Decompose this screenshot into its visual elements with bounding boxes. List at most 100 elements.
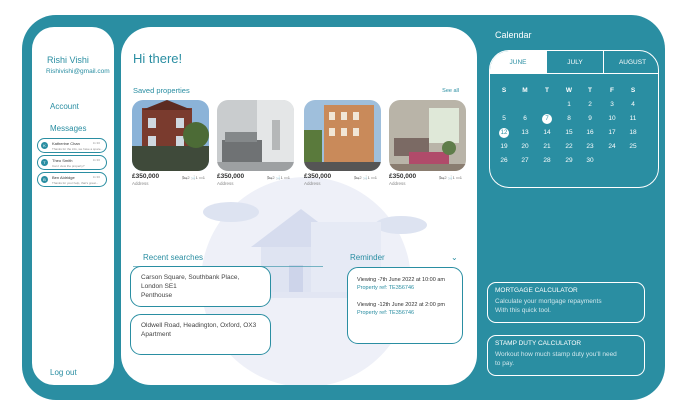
weekday-label: T: [545, 87, 549, 94]
nav-account[interactable]: Account: [50, 102, 79, 111]
mortgage-calculator-card[interactable]: MORTGAGE CALCULATOR Calculate your mortg…: [487, 282, 645, 323]
weekday-label: M: [522, 87, 528, 94]
message-preview: Thanks for the info, we have a spare...: [52, 147, 104, 151]
calendar-day[interactable]: 17: [605, 129, 619, 139]
calendar-day[interactable]: 3: [605, 101, 619, 111]
property-address: Address: [132, 181, 149, 186]
calendar-day[interactable]: 8: [562, 115, 576, 125]
message-item[interactable]: T Theo Smith Can I view the property? 11…: [37, 155, 107, 170]
property-card[interactable]: £350,000 Address 🛏2 🛁1 ▭1: [389, 100, 466, 186]
message-item[interactable]: K Katherine Chan Thanks for the info, we…: [37, 138, 107, 153]
message-time: 11:30: [92, 141, 100, 145]
calendar-day[interactable]: 28: [540, 157, 554, 167]
property-address: Address: [389, 181, 406, 186]
property-features: 🛏2 🛁1 ▭1: [439, 175, 462, 180]
search-location: Oldwell Road, Headington, Oxford, OX3: [141, 322, 257, 329]
message-sender: Theo Smith: [52, 158, 73, 163]
sidebar: [32, 27, 114, 385]
message-time: 11:30: [92, 158, 100, 162]
reminder-item: Viewing -7th June 2022 at 10:00 am: [357, 277, 453, 283]
weekday-label: W: [565, 87, 573, 94]
message-sender: Katherine Chan: [52, 141, 80, 146]
main-panel: Hi there! Saved properties See all £350,…: [121, 27, 477, 385]
calculator-desc: Calculate your mortgage repayments With t…: [495, 298, 602, 314]
calculator-title: MORTGAGE CALCULATOR: [495, 287, 578, 294]
calendar-day[interactable]: 14: [540, 129, 554, 139]
search-location: Carson Square, Southbank Place, London S…: [141, 274, 240, 290]
logout-link[interactable]: Log out: [50, 368, 77, 377]
reminder-title: Reminder: [350, 253, 385, 262]
calendar-day[interactable]: 25: [626, 143, 640, 153]
message-item[interactable]: B Ben Aldridge Thanks for your help, tha…: [37, 172, 107, 187]
calendar-day[interactable]: 6: [518, 115, 532, 125]
calculator-title: STAMP DUTY CALCULATOR: [495, 340, 582, 347]
tab-july[interactable]: JULY: [547, 51, 604, 74]
calendar: JUNE JULY AUGUST S M T W T F S 1 2 3 4 5 6 7 8 9 10 11 12 1…: [489, 50, 659, 188]
reminder-item: Viewing -12th June 2022 at 2:00 pm: [357, 302, 453, 308]
property-image: [132, 100, 209, 171]
calculator-desc: Workout how much stamp duty you'll need t…: [495, 351, 617, 367]
calendar-day[interactable]: 7: [542, 114, 552, 124]
calendar-day[interactable]: 23: [583, 143, 597, 153]
property-features: 🛏2 🛁1 ▭1: [267, 175, 290, 180]
calendar-day[interactable]: 13: [518, 129, 532, 139]
nav-messages[interactable]: Messages: [50, 124, 86, 133]
weekday-label: F: [610, 87, 614, 94]
calendar-day[interactable]: 29: [562, 157, 576, 167]
reminder-ref[interactable]: Property ref: TE356746: [357, 310, 453, 316]
calendar-title: Calendar: [495, 30, 532, 40]
property-image: [304, 100, 381, 171]
property-card[interactable]: £350,000 Address 🛏2 🛁1 ▭1: [304, 100, 381, 186]
reminder-when: -7th June 2022 at 10:00 am: [376, 277, 445, 283]
recent-search-item[interactable]: Carson Square, Southbank Place, London S…: [130, 266, 271, 307]
chevron-down-icon[interactable]: ⌄: [451, 253, 458, 262]
saved-properties-title: Saved properties: [133, 86, 190, 95]
tab-june[interactable]: JUNE: [490, 51, 547, 74]
property-features: 🛏2 🛁1 ▭1: [182, 175, 205, 180]
reminder-label: Viewing: [357, 277, 377, 283]
avatar: B: [41, 176, 48, 183]
weekday-label: S: [630, 87, 636, 94]
see-all-link[interactable]: See all: [442, 88, 459, 94]
greeting: Hi there!: [133, 51, 183, 66]
calendar-day[interactable]: 10: [605, 115, 619, 125]
calendar-day[interactable]: 18: [626, 129, 640, 139]
recent-search-item[interactable]: Oldwell Road, Headington, Oxford, OX3 Ap…: [130, 314, 271, 355]
reminder-when: -12th June 2022 at 2:00 pm: [376, 302, 445, 308]
search-type: Apartment: [141, 331, 171, 338]
property-image: [217, 100, 294, 171]
user-name: Rishi Vishi: [47, 55, 89, 65]
weekday-label: T: [588, 87, 592, 94]
calendar-day[interactable]: 21: [540, 143, 554, 153]
property-address: Address: [304, 181, 321, 186]
weekday-label: S: [501, 87, 507, 94]
calendar-day[interactable]: 15: [562, 129, 576, 139]
calendar-day[interactable]: 4: [626, 101, 640, 111]
calendar-day[interactable]: 9: [583, 115, 597, 125]
user-email: Rishivishi@gmail.com: [46, 68, 110, 75]
recent-searches-title: Recent searches: [143, 253, 204, 262]
calendar-day[interactable]: 24: [605, 143, 619, 153]
tab-august[interactable]: AUGUST: [604, 51, 658, 74]
calendar-day[interactable]: 22: [562, 143, 576, 153]
message-sender: Ben Aldridge: [52, 175, 75, 180]
property-card[interactable]: £350,000 Address 🛏2 🛁1 ▭1: [217, 100, 294, 186]
property-card[interactable]: £350,000 Address 🛏2 🛁1 ▭1: [132, 100, 209, 186]
search-type: Penthouse: [141, 292, 173, 299]
property-features: 🛏2 🛁1 ▭1: [354, 175, 377, 180]
calendar-day[interactable]: 26: [497, 157, 511, 167]
calendar-day[interactable]: 19: [497, 143, 511, 153]
calendar-day[interactable]: 5: [497, 115, 511, 125]
stamp-duty-calculator-card[interactable]: STAMP DUTY CALCULATOR Workout how much s…: [487, 335, 645, 376]
calendar-day[interactable]: 30: [583, 157, 597, 167]
calendar-day[interactable]: 2: [583, 101, 597, 111]
calendar-day[interactable]: 27: [518, 157, 532, 167]
calendar-day[interactable]: 11: [626, 115, 640, 125]
message-time: 11:30: [92, 175, 100, 179]
calendar-day[interactable]: 12: [499, 128, 509, 138]
reminder-ref[interactable]: Property ref: TE356746: [357, 285, 453, 291]
month-tabs: JUNE JULY AUGUST: [490, 51, 658, 74]
calendar-day[interactable]: 16: [583, 129, 597, 139]
calendar-day[interactable]: 20: [518, 143, 532, 153]
calendar-day[interactable]: 1: [562, 101, 576, 111]
